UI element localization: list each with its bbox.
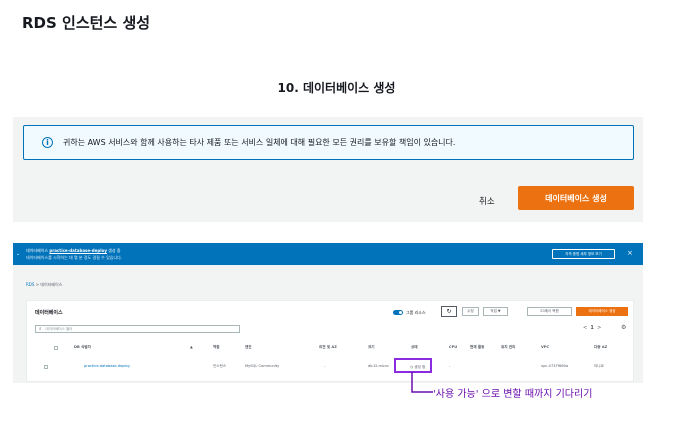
group-resources-label: 그룹 리소스 bbox=[406, 310, 426, 315]
col-identifier[interactable]: DB 식별자 bbox=[74, 345, 91, 350]
row-size: db.t2.micro bbox=[368, 364, 389, 368]
flash-prefix: 데이터베이스 bbox=[26, 248, 49, 253]
cancel-button[interactable]: 취소 bbox=[479, 195, 495, 207]
filter-input[interactable]: ⌕ 데이터베이스 필터 bbox=[35, 325, 240, 333]
breadcrumb-databases: 데이터베이스 bbox=[40, 282, 63, 287]
row-engine: MySQL Community bbox=[245, 364, 280, 368]
table-header: DB 식별자 ▲ 역할 엔진 리전 및 AZ 크기 상태 CPU 현재 활동 유… bbox=[27, 345, 633, 355]
row-cpu: - bbox=[449, 364, 451, 368]
row-role: 인스턴스 bbox=[213, 364, 227, 368]
flash-line-1: 데이터베이스 practice-database-deploy 생성 중 bbox=[26, 248, 121, 254]
col-cpu[interactable]: CPU bbox=[449, 345, 457, 349]
modify-button[interactable]: 수정 bbox=[462, 307, 479, 316]
table-row[interactable]: practice-database-deploy 인스턴스 MySQL Comm… bbox=[27, 364, 633, 374]
row-radio[interactable] bbox=[44, 365, 48, 369]
view-credentials-button[interactable]: 자격 증명 세부 정보 보기 bbox=[552, 249, 615, 259]
col-engine[interactable]: 엔진 bbox=[245, 345, 252, 350]
search-icon: ⌕ bbox=[39, 327, 42, 332]
current-page[interactable]: 1 bbox=[590, 325, 593, 331]
breadcrumb-separator: > bbox=[35, 282, 40, 287]
flash-line-2: 데이터베이스를 시작하는 데 몇 분 정도 걸릴 수 있습니다. bbox=[26, 255, 123, 260]
row-vpc: vpc-0737f660a bbox=[541, 364, 569, 368]
col-status[interactable]: 상태 bbox=[411, 345, 418, 350]
col-role[interactable]: 역할 bbox=[213, 345, 220, 350]
col-vpc[interactable]: VPC bbox=[541, 345, 549, 349]
databases-title: 데이터베이스 bbox=[35, 310, 63, 316]
flash-suffix: 생성 중 bbox=[108, 248, 121, 253]
row-region-az: - bbox=[324, 364, 326, 368]
databases-card: 데이터베이스 그룹 리소스 ↻ 수정 작업 ▼ S3에서 복원 데이터베이스 생… bbox=[26, 300, 634, 382]
gear-icon[interactable]: ⚙ bbox=[621, 324, 626, 331]
pagination: < 1 > bbox=[583, 325, 601, 331]
group-resources-toggle[interactable] bbox=[393, 310, 403, 315]
col-size[interactable]: 크기 bbox=[368, 345, 375, 350]
create-database-small-button[interactable]: 데이터베이스 생성 bbox=[576, 307, 628, 316]
prev-page-icon[interactable]: < bbox=[583, 325, 587, 331]
info-alert-text: 귀하는 AWS 서비스와 함께 사용하는 타사 제품 또는 서비스 일체에 대해… bbox=[63, 138, 456, 147]
col-region-az[interactable]: 리전 및 AZ bbox=[319, 345, 337, 350]
breadcrumb: RDS > 데이터베이스 bbox=[26, 282, 62, 288]
page-title: RDS 인스턴스 생성 bbox=[22, 14, 151, 32]
actions-dropdown[interactable]: 작업 ▼ bbox=[483, 307, 508, 316]
status-highlight-box bbox=[394, 358, 432, 373]
close-icon[interactable]: × bbox=[627, 249, 633, 257]
rds-console-screenshot: ⌄ 데이터베이스 practice-database-deploy 생성 중 데… bbox=[13, 243, 643, 383]
callout-annotation: '사용 가능' 으로 변할 때까지 기다리기 bbox=[433, 389, 593, 400]
sort-icon[interactable]: ▲ bbox=[190, 345, 193, 349]
restore-from-s3-button[interactable]: S3에서 복원 bbox=[527, 307, 572, 316]
select-all-checkbox[interactable] bbox=[54, 346, 58, 350]
next-page-icon[interactable]: > bbox=[597, 325, 601, 331]
flash-db-link[interactable]: practice-database-deploy bbox=[49, 248, 107, 253]
flash-banner: ⌄ 데이터베이스 practice-database-deploy 생성 중 데… bbox=[13, 243, 643, 265]
info-alert: i 귀하는 AWS 서비스와 함께 사용하는 타사 제품 또는 서비스 일체에 … bbox=[23, 125, 634, 160]
expand-chevron-icon[interactable]: ⌄ bbox=[16, 251, 20, 257]
col-multi-az[interactable]: 다중 AZ bbox=[594, 345, 607, 350]
row-identifier-link[interactable]: practice-database-deploy bbox=[84, 364, 130, 368]
create-database-panel: i 귀하는 AWS 서비스와 함께 사용하는 타사 제품 또는 서비스 일체에 … bbox=[13, 117, 643, 222]
row-multi-az: 아니요 bbox=[594, 364, 604, 368]
info-icon: i bbox=[42, 137, 53, 148]
refresh-icon[interactable]: ↻ bbox=[441, 306, 457, 317]
create-database-button[interactable]: 데이터베이스 생성 bbox=[518, 186, 634, 210]
filter-placeholder: 데이터베이스 필터 bbox=[45, 326, 73, 331]
col-maintenance[interactable]: 유지 관리 bbox=[501, 345, 515, 350]
breadcrumb-rds[interactable]: RDS bbox=[26, 282, 34, 287]
step-title: 10. 데이터베이스 생성 bbox=[277, 81, 396, 95]
col-activity[interactable]: 현재 활동 bbox=[470, 345, 484, 350]
